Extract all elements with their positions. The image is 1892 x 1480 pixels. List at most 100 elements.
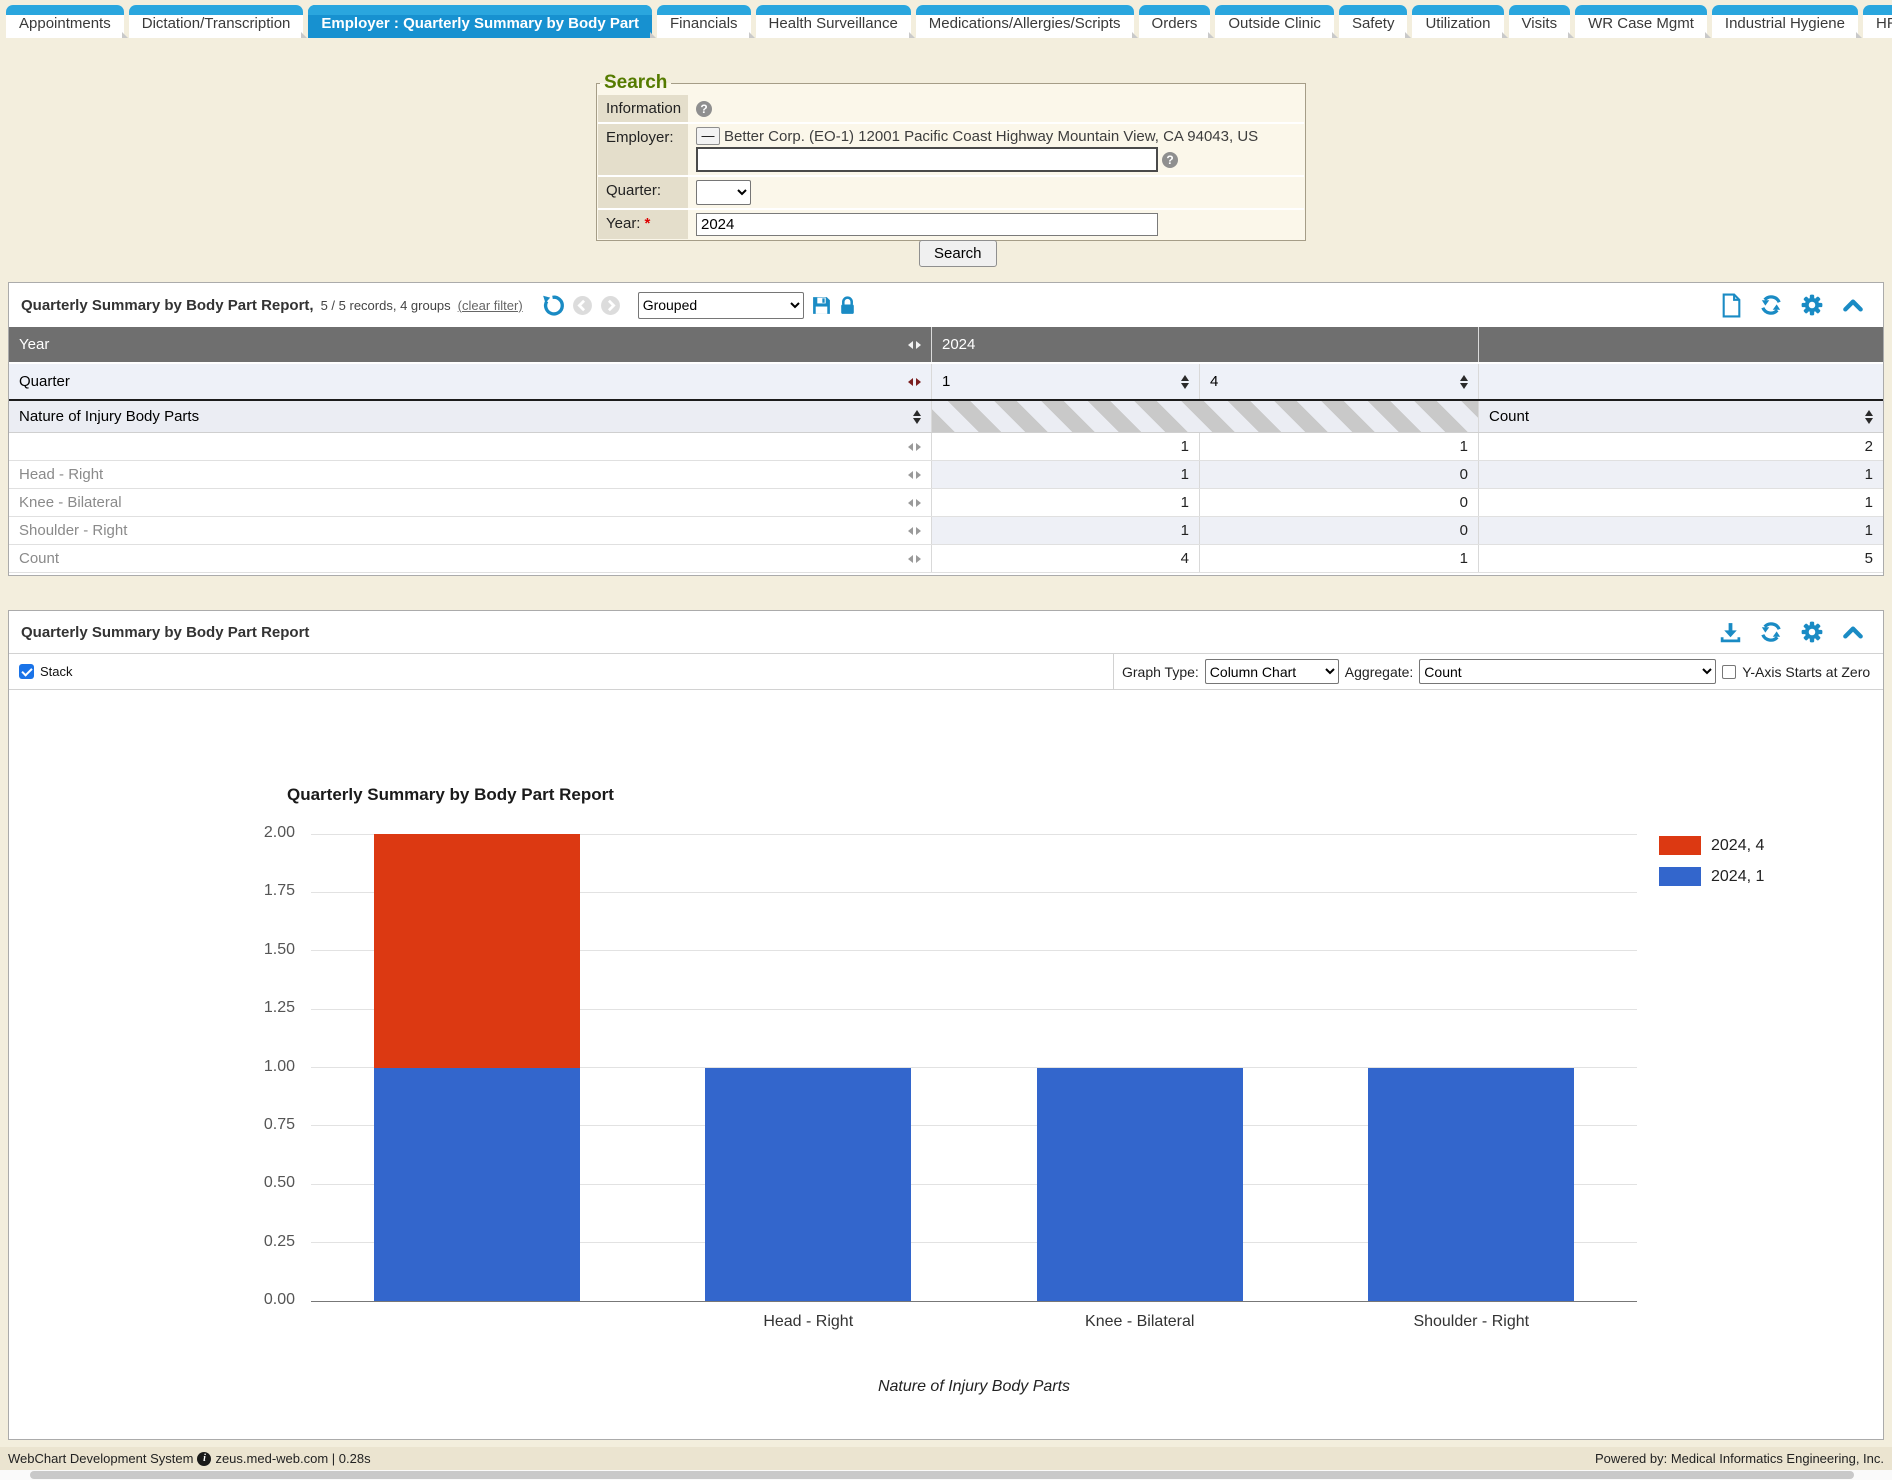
horizontal-scrollbar[interactable] — [0, 1470, 1892, 1480]
row-q4-value: 1 — [1199, 545, 1478, 572]
row-q4-value: 0 — [1199, 461, 1478, 488]
quarter-select[interactable] — [696, 180, 751, 205]
move-row-icon[interactable] — [908, 499, 921, 507]
information-help-icon[interactable] — [696, 101, 712, 117]
refresh-chart-button[interactable] — [1759, 620, 1783, 644]
move-column-icon[interactable] — [908, 378, 921, 386]
tab-dictation-transcription[interactable]: Dictation/Transcription — [129, 5, 304, 38]
sort-count-icon[interactable] — [1865, 410, 1873, 424]
chevron-up-icon — [1841, 293, 1865, 317]
move-row-icon[interactable] — [908, 527, 921, 535]
stack-label: Stack — [40, 664, 73, 679]
year-input[interactable] — [696, 213, 1158, 236]
report-grid-panel: Quarterly Summary by Body Part Report, 5… — [8, 282, 1884, 576]
chart-legend: 2024, 4 2024, 1 — [1659, 836, 1764, 898]
tab-utilization[interactable]: Utilization — [1412, 5, 1503, 38]
tab-industrial-hygiene[interactable]: Industrial Hygiene — [1712, 5, 1858, 38]
year-header-label: Year — [19, 336, 49, 353]
sort-quarter-1-icon[interactable] — [1181, 375, 1189, 389]
search-button[interactable]: Search — [919, 240, 997, 267]
clear-filter-link[interactable]: (clear filter) — [458, 298, 523, 313]
move-row-icon[interactable] — [908, 555, 921, 563]
count-header-label: Count — [1489, 408, 1529, 425]
document-icon — [1721, 293, 1742, 318]
move-column-icon[interactable] — [908, 341, 921, 349]
previous-page-button[interactable] — [572, 295, 593, 316]
tab-visits[interactable]: Visits — [1509, 5, 1571, 38]
info-icon[interactable] — [197, 1452, 211, 1466]
move-row-icon[interactable] — [908, 443, 921, 451]
tab-medications-allergies-scripts[interactable]: Medications/Allergies/Scripts — [916, 5, 1134, 38]
employer-search-input[interactable] — [696, 147, 1158, 172]
row-count-value: 5 — [1478, 545, 1883, 572]
quarter-header-label: Quarter — [19, 373, 70, 390]
move-row-icon[interactable] — [908, 471, 921, 479]
row-label: Shoulder - Right — [19, 522, 127, 539]
graph-type-select[interactable]: Column Chart — [1205, 659, 1339, 684]
search-legend: Search — [600, 72, 671, 94]
row-q1-value: 1 — [931, 433, 1199, 460]
row-q1-value: 1 — [931, 489, 1199, 516]
tab-hr-data-feed[interactable]: HR Data Feed — [1863, 5, 1892, 38]
quarter-4-label: 4 — [1210, 373, 1218, 390]
y-tick-label: 0.75 — [229, 1116, 295, 1134]
chart-title: Quarterly Summary by Body Part Report — [287, 785, 614, 805]
y-tick-label: 0.50 — [229, 1174, 295, 1192]
y-tick-label: 0.25 — [229, 1233, 295, 1251]
download-chart-button[interactable] — [1719, 621, 1742, 644]
employer-collapse-button[interactable]: — — [696, 127, 720, 145]
undo-button[interactable] — [540, 293, 565, 318]
y-tick-label: 1.50 — [229, 941, 295, 959]
lock-view-button[interactable] — [839, 295, 856, 316]
body-parts-header-label: Nature of Injury Body Parts — [19, 408, 199, 425]
tab-appointments[interactable]: Appointments — [6, 5, 124, 38]
year-label: Year: * — [598, 210, 688, 239]
tab-financials[interactable]: Financials — [657, 5, 751, 38]
table-row: Shoulder - Right 1 0 1 — [9, 517, 1883, 545]
y-axis-zero-checkbox[interactable] — [1722, 665, 1736, 679]
quarter-header-empty-cell — [1478, 364, 1883, 399]
tab-wr-case-mgmt[interactable]: WR Case Mgmt — [1575, 5, 1707, 38]
year-row: Year: * — [598, 210, 1304, 239]
employer-label: Employer: — [598, 124, 688, 175]
table-row: 1 1 2 — [9, 433, 1883, 461]
body-parts-header-row: Nature of Injury Body Parts Count — [9, 401, 1883, 433]
save-view-button[interactable] — [811, 295, 832, 316]
legend-item: 2024, 1 — [1659, 867, 1764, 886]
aggregate-select[interactable]: Count — [1419, 659, 1716, 684]
next-page-button[interactable] — [600, 295, 621, 316]
sort-body-parts-icon[interactable] — [913, 410, 921, 424]
tab-outside-clinic[interactable]: Outside Clinic — [1215, 5, 1334, 38]
grid-settings-button[interactable] — [1800, 293, 1824, 317]
legend-item: 2024, 4 — [1659, 836, 1764, 855]
refresh-grid-button[interactable] — [1759, 293, 1783, 317]
employer-row: Employer: — Better Corp. (EO-1) 12001 Pa… — [598, 124, 1304, 177]
tab-safety[interactable]: Safety — [1339, 5, 1408, 38]
x-axis-label: Shoulder - Right — [1306, 1313, 1638, 1331]
tab-health-surveillance[interactable]: Health Surveillance — [756, 5, 911, 38]
bar-segment-2024-4 — [374, 834, 580, 1068]
refresh-icon — [1759, 620, 1783, 644]
footer-host: zeus.med-web.com | 0.28s — [215, 1451, 370, 1466]
table-row: Head - Right 1 0 1 — [9, 461, 1883, 489]
view-mode-select[interactable]: Grouped — [638, 292, 804, 319]
quarter-row: Quarter: — [598, 177, 1304, 210]
required-marker: * — [644, 215, 650, 232]
employer-help-icon[interactable] — [1162, 152, 1178, 168]
employer-selected-value: Better Corp. (EO-1) 12001 Pacific Coast … — [724, 128, 1258, 145]
tab-orders[interactable]: Orders — [1139, 5, 1211, 38]
collapse-chart-button[interactable] — [1841, 620, 1865, 644]
stack-checkbox[interactable] — [19, 664, 34, 679]
bar-segment-2024-1 — [1037, 1068, 1243, 1302]
chart-panel-title: Quarterly Summary by Body Part Report — [21, 624, 309, 641]
collapse-grid-button[interactable] — [1841, 293, 1865, 317]
year-header-value: 2024 — [931, 327, 1478, 362]
scrollbar-thumb[interactable] — [30, 1471, 1854, 1479]
row-q4-value: 0 — [1199, 517, 1478, 544]
bar-segment-2024-1 — [1368, 1068, 1574, 1302]
gear-icon — [1800, 293, 1824, 317]
tab-employer-quarterly-summary[interactable]: Employer : Quarterly Summary by Body Par… — [308, 5, 652, 38]
sort-quarter-4-icon[interactable] — [1460, 375, 1468, 389]
new-document-button[interactable] — [1721, 293, 1742, 318]
chart-settings-button[interactable] — [1800, 620, 1824, 644]
